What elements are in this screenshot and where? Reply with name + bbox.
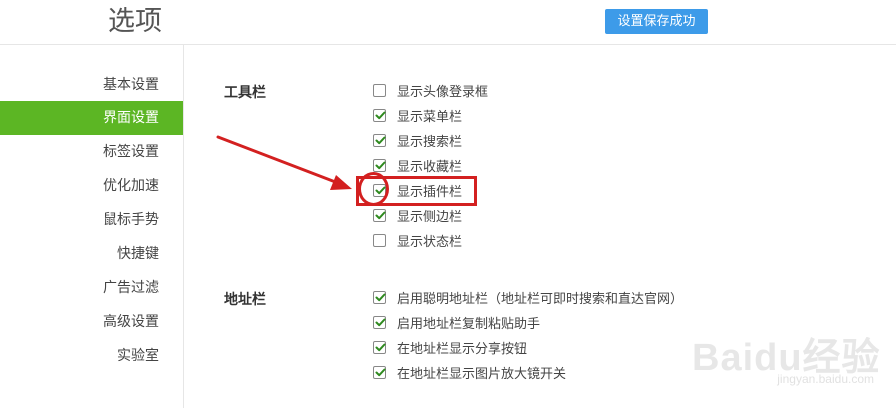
- checkmark-icon: [375, 368, 386, 376]
- option-label: 显示搜索栏: [397, 134, 463, 150]
- page-title: 选项: [108, 6, 162, 37]
- option-label: 启用聪明地址栏（地址栏可即时搜索和直达官网）: [397, 291, 684, 307]
- baidu-jingyan-watermark: Baidu经验 jingyan.baidu.com: [682, 316, 882, 386]
- checkbox-checked[interactable]: [373, 365, 386, 379]
- checkmark-icon: [375, 161, 386, 169]
- checkmark-icon: [375, 211, 386, 219]
- option-share-button[interactable]: 在地址栏显示分享按钮: [373, 337, 527, 357]
- option-label: 显示菜单栏: [397, 109, 463, 125]
- save-status-button[interactable]: 设置保存成功: [605, 9, 708, 34]
- sidebar: 基本设置 界面设置 标签设置 优化加速 鼠标手势 快捷键 广告过滤 高级设置 实…: [0, 45, 184, 408]
- option-show-favorites-bar[interactable]: 显示收藏栏: [373, 155, 462, 175]
- option-label: 启用地址栏复制粘贴助手: [397, 316, 541, 332]
- option-show-menu-bar[interactable]: 显示菜单栏: [373, 105, 462, 125]
- header: 选项 设置保存成功: [0, 0, 896, 45]
- checkmark-icon: [375, 186, 386, 194]
- checkmark-icon: [375, 293, 386, 301]
- option-label: 在地址栏显示图片放大镜开关: [397, 366, 567, 382]
- sidebar-item-interface[interactable]: 界面设置: [0, 101, 183, 135]
- checkmark-icon: [375, 136, 386, 144]
- checkbox-checked[interactable]: [373, 158, 386, 172]
- checkbox-checked[interactable]: [373, 108, 386, 122]
- checkbox[interactable]: [373, 233, 386, 247]
- sidebar-item-shortcuts[interactable]: 快捷键: [117, 237, 159, 271]
- toolbar-section-label: 工具栏: [224, 85, 266, 101]
- option-show-status-bar[interactable]: 显示状态栏: [373, 230, 462, 250]
- sidebar-item-advanced[interactable]: 高级设置: [103, 305, 159, 339]
- checkmark-icon: [375, 111, 386, 119]
- option-show-search-bar[interactable]: 显示搜索栏: [373, 130, 462, 150]
- checkbox-checked[interactable]: [373, 340, 386, 354]
- checkmark-icon: [375, 343, 386, 351]
- watermark-url: jingyan.baidu.com: [777, 372, 874, 386]
- sidebar-item-ad-filter[interactable]: 广告过滤: [103, 271, 159, 305]
- option-show-avatar-login[interactable]: 显示头像登录框: [373, 80, 488, 100]
- sidebar-item-tabs[interactable]: 标签设置: [103, 135, 159, 169]
- option-label: 显示头像登录框: [397, 84, 489, 100]
- option-label: 显示侧边栏: [397, 209, 463, 225]
- option-label: 显示状态栏: [397, 234, 463, 250]
- checkbox-checked[interactable]: [373, 183, 386, 197]
- option-show-sidebar[interactable]: 显示侧边栏: [373, 205, 462, 225]
- option-label: 在地址栏显示分享按钮: [397, 341, 528, 357]
- option-show-plugin-bar[interactable]: 显示插件栏: [373, 180, 462, 200]
- checkmark-icon: [375, 318, 386, 326]
- sidebar-item-lab[interactable]: 实验室: [117, 339, 159, 373]
- checkbox[interactable]: [373, 83, 386, 97]
- option-smart-address-bar[interactable]: 启用聪明地址栏（地址栏可即时搜索和直达官网）: [373, 287, 683, 307]
- checkbox-checked[interactable]: [373, 133, 386, 147]
- checkbox-checked[interactable]: [373, 208, 386, 222]
- address-section-label: 地址栏: [224, 292, 266, 308]
- checkbox-checked[interactable]: [373, 315, 386, 329]
- option-label: 显示收藏栏: [397, 159, 463, 175]
- sidebar-item-basic[interactable]: 基本设置: [103, 68, 159, 102]
- sidebar-item-optimize[interactable]: 优化加速: [103, 169, 159, 203]
- option-label: 显示插件栏: [397, 184, 463, 200]
- option-copy-paste-helper[interactable]: 启用地址栏复制粘贴助手: [373, 312, 540, 332]
- option-image-magnifier[interactable]: 在地址栏显示图片放大镜开关: [373, 362, 566, 382]
- watermark-brand: Baidu经验: [692, 337, 881, 379]
- sidebar-item-mouse-gestures[interactable]: 鼠标手势: [103, 203, 159, 237]
- checkbox-checked[interactable]: [373, 290, 386, 304]
